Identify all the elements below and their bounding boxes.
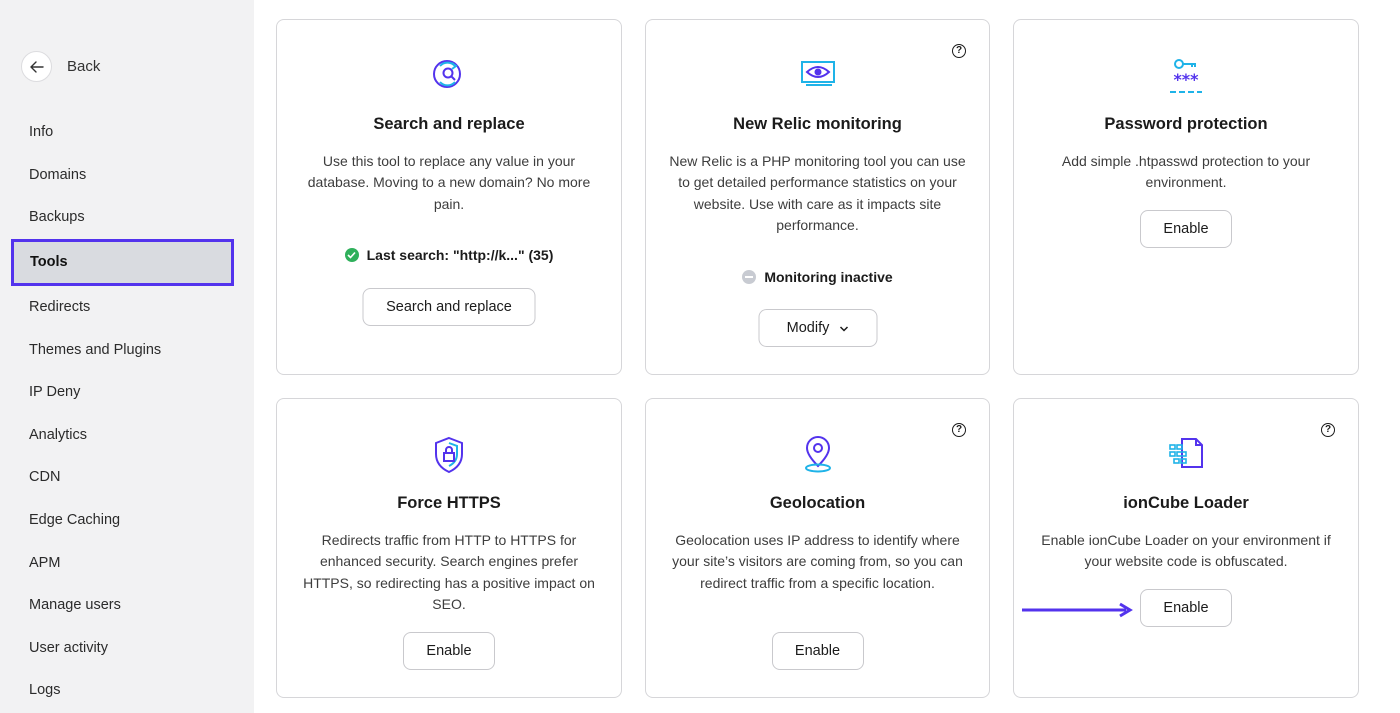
sidebar-item-tools[interactable]: Tools bbox=[11, 238, 234, 286]
card-ioncube-loader: ? ionCube Loader Enable ionCube Loader o… bbox=[1013, 398, 1359, 698]
sidebar-item-backups[interactable]: Backups bbox=[0, 196, 252, 239]
sidebar-item-edge-caching[interactable]: Edge Caching bbox=[0, 499, 252, 542]
card-title: Search and replace bbox=[373, 115, 525, 133]
card-title: Geolocation bbox=[769, 494, 866, 512]
back-button[interactable]: Back bbox=[21, 51, 100, 82]
modify-label: Modify bbox=[786, 320, 830, 336]
search-replace-icon bbox=[427, 56, 471, 97]
help-icon[interactable]: ? bbox=[952, 423, 966, 437]
card-new-relic: ? New Relic monitoring New Relic is a PH… bbox=[645, 19, 990, 375]
card-title: ionCube Loader bbox=[1123, 494, 1249, 512]
tools-main: Search and replace Use this tool to repl… bbox=[254, 0, 1400, 713]
svg-text:***: *** bbox=[1173, 70, 1199, 89]
card-title: Force HTTPS bbox=[397, 494, 501, 512]
card-title: New Relic monitoring bbox=[733, 115, 902, 133]
card-password-protection: *** Password protection Add simple .htpa… bbox=[1013, 19, 1359, 375]
card-force-https: Force HTTPS Redirects traffic from HTTP … bbox=[276, 398, 622, 698]
sidebar: Back Info Domains Backups Tools Redirect… bbox=[0, 0, 252, 713]
sidebar-item-ip-deny[interactable]: IP Deny bbox=[0, 371, 252, 414]
location-pin-icon bbox=[801, 435, 835, 480]
status-text: Monitoring inactive bbox=[764, 269, 893, 285]
card-description: Redirects traffic from HTTP to HTTPS for… bbox=[303, 532, 595, 612]
sidebar-item-manage-users[interactable]: Manage users bbox=[0, 584, 252, 627]
sidebar-item-logs[interactable]: Logs bbox=[0, 669, 252, 712]
card-description: Add simple .htpasswd protection to your … bbox=[1061, 153, 1311, 191]
search-replace-button[interactable]: Search and replace bbox=[362, 288, 536, 326]
ioncube-file-icon bbox=[1166, 435, 1206, 476]
card-description: Geolocation uses IP address to identify … bbox=[672, 532, 963, 591]
arrow-right-annotation-icon bbox=[1022, 600, 1134, 625]
sidebar-item-info[interactable]: Info bbox=[0, 111, 252, 154]
help-icon[interactable]: ? bbox=[952, 44, 966, 58]
inactive-circle-icon bbox=[742, 270, 757, 284]
help-icon[interactable]: ? bbox=[1321, 423, 1335, 437]
enable-password-button[interactable]: Enable bbox=[1140, 210, 1232, 248]
password-key-icon: *** bbox=[1166, 56, 1206, 101]
arrow-left-icon bbox=[21, 51, 52, 82]
sidebar-item-redirects[interactable]: Redirects bbox=[0, 286, 252, 329]
card-description: New Relic is a PHP monitoring tool you c… bbox=[669, 153, 966, 233]
enable-https-button[interactable]: Enable bbox=[403, 632, 495, 670]
sidebar-nav: Info Domains Backups Tools Redirects The… bbox=[0, 111, 252, 712]
sidebar-item-cdn[interactable]: CDN bbox=[0, 456, 252, 499]
sidebar-item-user-activity[interactable]: User activity bbox=[0, 627, 252, 670]
sidebar-item-apm[interactable]: APM bbox=[0, 541, 252, 584]
card-title: Password protection bbox=[1104, 115, 1268, 133]
card-description: Use this tool to replace any value in yo… bbox=[307, 153, 591, 212]
monitoring-status: Monitoring inactive bbox=[646, 269, 989, 285]
chevron-down-icon bbox=[839, 320, 848, 336]
sidebar-item-themes-plugins[interactable]: Themes and Plugins bbox=[0, 328, 252, 371]
last-search-status: Last search: "http://k..." (35) bbox=[277, 247, 621, 263]
card-description: Enable ionCube Loader on your environmen… bbox=[1041, 532, 1331, 570]
back-label: Back bbox=[67, 58, 101, 75]
monitoring-eye-icon bbox=[798, 56, 838, 95]
sidebar-item-analytics[interactable]: Analytics bbox=[0, 414, 252, 457]
card-search-replace: Search and replace Use this tool to repl… bbox=[276, 19, 622, 375]
modify-dropdown-button[interactable]: Modify bbox=[758, 309, 877, 347]
enable-ioncube-button[interactable]: Enable bbox=[1140, 589, 1232, 627]
status-text: Last search: "http://k..." (35) bbox=[366, 247, 554, 263]
card-geolocation: ? Geolocation Geolocation uses IP addres… bbox=[645, 398, 990, 698]
sidebar-item-domains[interactable]: Domains bbox=[0, 154, 252, 197]
shield-lock-icon bbox=[432, 435, 466, 480]
enable-geolocation-button[interactable]: Enable bbox=[771, 632, 864, 670]
check-circle-icon bbox=[344, 248, 359, 262]
